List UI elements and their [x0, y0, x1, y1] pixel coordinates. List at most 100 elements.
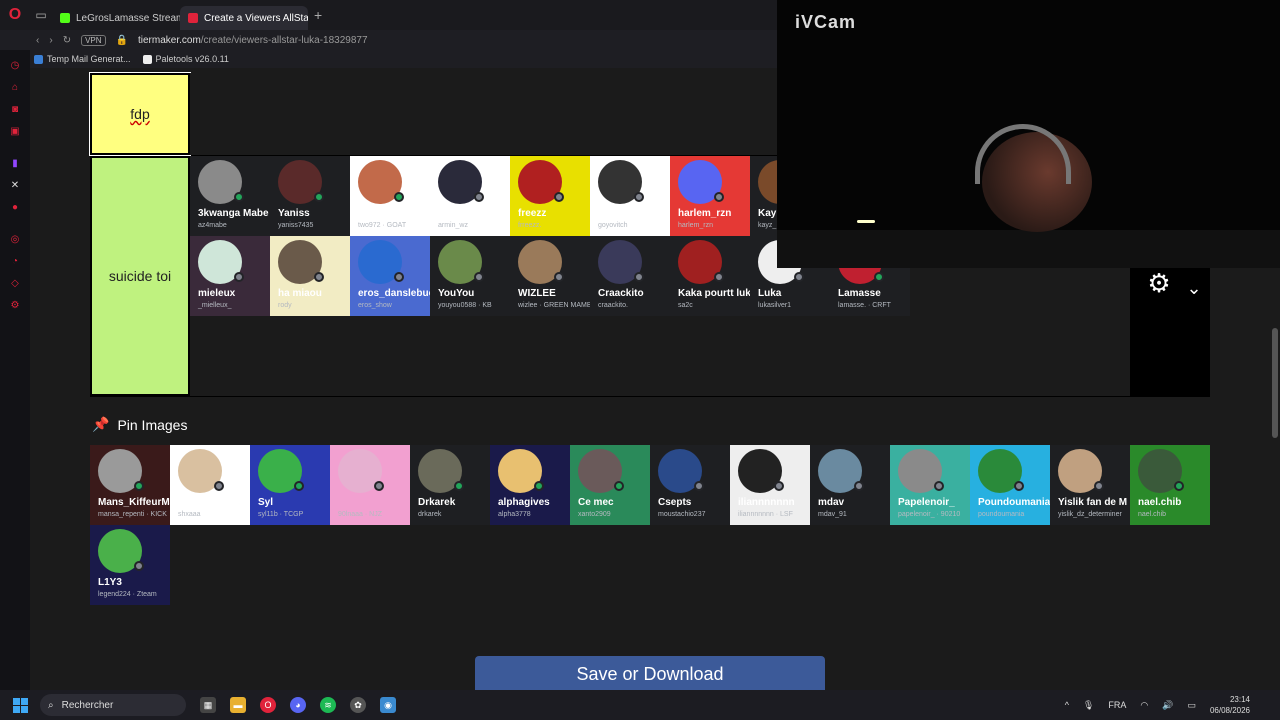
clock[interactable]: 23:14 06/08/2026 — [1210, 694, 1250, 716]
tab-stream[interactable]: LeGrosLamasse Stream - V — [52, 6, 180, 30]
user-card[interactable]: Craackito craackito. — [590, 236, 670, 316]
user-card[interactable]: Yislik fan de M yislik_dz_determiner — [1050, 445, 1130, 525]
user-card[interactable]: alphagives alpha3778 — [490, 445, 570, 525]
user-handle: yislik_dz_determiner — [1058, 511, 1122, 518]
user-card[interactable]: nael.chib nael.chib — [1130, 445, 1210, 525]
vpn-badge[interactable]: VPN — [81, 34, 106, 46]
user-handle: mdav_91 — [818, 511, 847, 518]
user-card[interactable]: mdav mdav_91 — [810, 445, 890, 525]
user-handle: drkarek — [418, 511, 442, 518]
taskbar-apps: ▦ ▬ O ◕ ≋ ✿ ◉ — [200, 697, 396, 713]
sidebar-x-icon[interactable]: ✕ — [8, 178, 22, 192]
lock-icon: 🔒 — [115, 34, 128, 46]
user-card[interactable]: 90lnaaa · NJZ — [330, 445, 410, 525]
user-name: mdav — [818, 497, 845, 508]
new-tab-button[interactable]: + — [308, 7, 328, 23]
user-card[interactable]: Poundoumania poundoumania — [970, 445, 1050, 525]
user-card[interactable]: Mans_KiffeurMax mansa_repenti · KICK — [90, 445, 170, 525]
save-download-button[interactable]: Save or Download — [475, 656, 825, 690]
user-card[interactable]: harlem_rzn harlem_rzn — [670, 156, 750, 236]
battery-icon[interactable]: ▭ — [1187, 700, 1196, 711]
user-card[interactable]: mieleux _mielleux_ — [190, 236, 270, 316]
status-dot — [1014, 481, 1024, 491]
file-explorer-icon[interactable]: ▬ — [230, 697, 246, 713]
user-card[interactable]: GOYOVITCH goyovitch — [590, 156, 670, 236]
task-view-icon[interactable]: ▦ — [200, 697, 216, 713]
sidebar-clock-icon[interactable]: ◔ — [8, 254, 22, 268]
user-card[interactable]: 3kwanga Mabe az4mabe — [190, 156, 270, 236]
sidebar-twitch-icon[interactable]: ▮ — [8, 156, 22, 170]
opera-taskbar-icon[interactable]: O — [260, 697, 276, 713]
user-card[interactable]: freezz frreezz. — [510, 156, 590, 236]
wifi-icon[interactable]: ◠ — [1140, 700, 1148, 711]
tab-menu-icon[interactable]: ▭ — [30, 0, 52, 30]
user-card[interactable]: Ce mec xanto2909 — [570, 445, 650, 525]
sidebar-app-icon[interactable]: ● — [8, 200, 22, 214]
discord-icon[interactable]: ◕ — [290, 697, 306, 713]
user-name: Lamasse — [838, 288, 881, 299]
status-dot — [454, 481, 464, 491]
tier-label[interactable]: suicide toi — [90, 156, 190, 396]
user-card[interactable]: Syl syl11b · TCGP — [250, 445, 330, 525]
sidebar-history-icon[interactable]: ◷ — [8, 58, 22, 72]
taskbar-search[interactable]: ⌕ Rechercher — [40, 694, 186, 716]
user-card[interactable]: YouYou youyou0588 · KB — [430, 236, 510, 316]
user-name: Luka — [758, 288, 782, 299]
user-name: Mans_KiffeurMax — [98, 497, 170, 508]
sidebar-settings-icon[interactable]: ⚙ — [8, 298, 22, 312]
microphone-icon[interactable]: 🎙 — [1083, 700, 1094, 711]
user-name: WIZLEE — [518, 288, 556, 299]
volume-icon[interactable]: 🔊 — [1162, 700, 1173, 711]
user-name: L1Y3 — [98, 577, 122, 588]
bookmark-temp-mail[interactable]: Temp Mail Generat... — [34, 54, 131, 64]
image-pool[interactable]: Mans_KiffeurMaxmansa_repenti · KICKpeefy… — [90, 445, 1210, 605]
sidebar-player-icon[interactable]: ◎ — [8, 232, 22, 246]
user-card[interactable]: ha miaou rody — [270, 236, 350, 316]
language-indicator[interactable]: FRA — [1108, 700, 1126, 710]
user-card[interactable]: Drkarek drkarek — [410, 445, 490, 525]
user-handle: frreezz. — [518, 222, 542, 229]
scrollbar-thumb[interactable] — [1272, 328, 1278, 438]
search-placeholder: Rechercher — [61, 699, 114, 711]
user-name: Yislik fan de M — [1058, 497, 1128, 508]
ivcam-taskbar-icon[interactable]: ◉ — [380, 697, 396, 713]
sidebar-gmail-icon[interactable]: ▣ — [8, 124, 22, 138]
user-card[interactable]: Csepts moustachio237 — [650, 445, 730, 525]
browser-sidebar: ◷ ⌂ ◙ ▣ ▮ ✕ ● ◎ ◔ ◇ ⚙ — [0, 50, 30, 690]
settings-gear-icon[interactable]: ⚙ — [1144, 268, 1174, 298]
user-card[interactable]: WIZLEE wizlee · GREEN MAMBA — [510, 236, 590, 316]
back-icon[interactable]: ‹ — [36, 35, 39, 46]
forward-icon[interactable]: › — [49, 35, 52, 46]
chevron-down-icon[interactable]: ⌄ — [1182, 276, 1206, 300]
sidebar-bag-icon[interactable]: ⌂ — [8, 80, 22, 94]
opera-logo-icon[interactable]: O — [0, 0, 30, 30]
status-dot — [134, 561, 144, 571]
spotify-icon[interactable]: ≋ — [320, 697, 336, 713]
webcam-light — [857, 220, 875, 223]
windows-start-icon[interactable] — [0, 690, 40, 720]
user-name: 3kwanga Mabe — [198, 208, 269, 219]
windows-taskbar: ⌕ Rechercher ▦ ▬ O ◕ ≋ ✿ ◉ ^ 🎙 FRA ◠ 🔊 ▭… — [0, 690, 1280, 720]
reload-icon[interactable]: ↻ — [63, 35, 71, 46]
user-card[interactable]: Kaka pourtt lukaa sa2c — [670, 236, 750, 316]
user-card[interactable]: L1Y3 legend224 · Zteam — [90, 525, 170, 605]
tier-label[interactable]: fdp — [89, 72, 191, 156]
tray-chevron-icon[interactable]: ^ — [1065, 700, 1069, 710]
user-card[interactable]: peefy dlw.lls love shxaaa — [170, 445, 250, 525]
user-card[interactable]: Two two972 · GOAT — [350, 156, 430, 236]
user-handle: two972 · GOAT — [358, 222, 407, 229]
bookmark-paletools[interactable]: Paletools v26.0.11 — [142, 54, 229, 64]
user-card[interactable]: eros_danslebuer eros_show — [350, 236, 430, 316]
status-dot — [714, 272, 724, 282]
sidebar-bulb-icon[interactable]: ◇ — [8, 276, 22, 290]
user-name: Ce mec — [578, 497, 614, 508]
sidebar-messenger-icon[interactable]: ◙ — [8, 102, 22, 116]
tab-label: LeGrosLamasse Stream - V — [76, 12, 180, 24]
tab-tiermaker[interactable]: Create a Viewers AllStar Lu — [180, 6, 308, 30]
user-card[interactable]: Yaniss yaniss7435 — [270, 156, 350, 236]
url-field[interactable]: tiermaker.com/create/viewers-allstar-luk… — [138, 35, 368, 46]
app-icon[interactable]: ✿ — [350, 697, 366, 713]
user-card[interactable]: iliannnnnnn iliannnnnnn · LSF — [730, 445, 810, 525]
user-card[interactable]: Armin armin_wz — [430, 156, 510, 236]
user-card[interactable]: Papelenoir_ papelenoir_ · 90210 — [890, 445, 970, 525]
